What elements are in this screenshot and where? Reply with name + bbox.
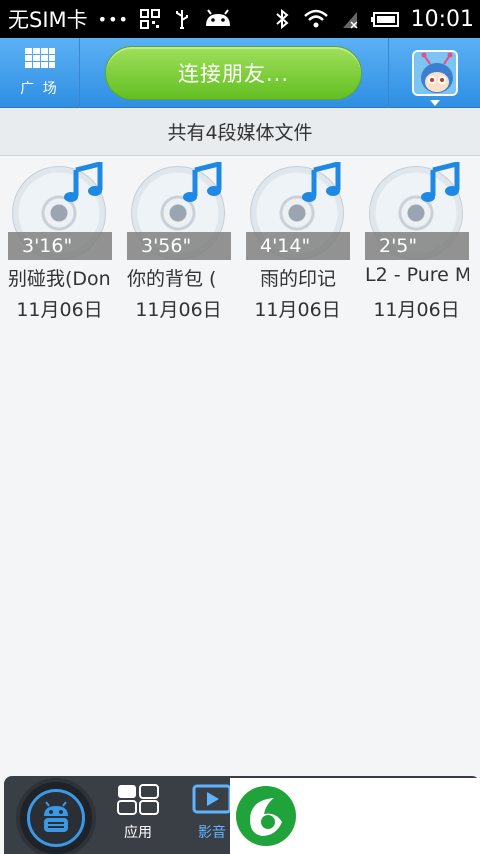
avatar [411, 50, 458, 96]
media-date: 11月06日 [135, 299, 222, 321]
robot-icon [44, 801, 68, 832]
qr-icon [139, 9, 160, 29]
tab-apps-label: 应用 [124, 825, 152, 841]
tab-media-label: 影音 [198, 825, 226, 841]
media-title: L2 - Pure M [365, 264, 469, 286]
robot-assistant-button[interactable] [16, 778, 96, 854]
duration-badge: 4'14" [246, 232, 350, 260]
media-item[interactable]: 3'56" 你的背包 ( 11月06日 [119, 160, 238, 321]
media-count-header: 共有4段媒体文件 [0, 108, 480, 156]
notification-dots: ••• [97, 9, 129, 29]
tab-apps[interactable]: 应用 [110, 784, 166, 848]
apps-icon [117, 784, 159, 815]
clock: 10:01 [410, 6, 474, 32]
music-note-icon [183, 162, 222, 202]
dropdown-caret-icon [430, 100, 440, 106]
plaza-label: 广 场 [20, 81, 59, 97]
duration-badge: 3'16" [8, 232, 112, 260]
ant-character-icon [413, 52, 456, 94]
media-item[interactable]: 4'14" 雨的印记 11月06日 [238, 160, 357, 321]
plaza-button[interactable]: 广 场 [0, 38, 80, 108]
battery-icon [370, 12, 399, 27]
connect-friends-button[interactable]: 连接朋友... [105, 46, 362, 100]
media-date: 11月06日 [373, 299, 460, 321]
wifi-icon [303, 9, 328, 28]
media-date: 11月06日 [254, 299, 341, 321]
media-item[interactable]: 2'5" L2 - Pure M 11月06日 [357, 160, 476, 321]
carrier-text: 无SIM卡 [8, 8, 88, 32]
duration-badge: 2'5" [365, 232, 469, 260]
status-bar: 无SIM卡 ••• 10:01 [0, 0, 480, 38]
top-bar: 广 场 连接朋友... [0, 38, 480, 108]
ad-banner[interactable] [230, 778, 480, 854]
media-grid: 3'16" 别碰我(Don 11月06日 3'56" 你的背包 ( 11月06日 [0, 160, 480, 321]
music-note-icon [421, 162, 460, 202]
screen: 无SIM卡 ••• 10:01 广 场 连接朋友... 共有4段媒体文件 3'1… [0, 0, 480, 854]
media-title: 你的背包 ( [127, 268, 217, 290]
music-note-icon [64, 162, 103, 202]
play-icon [192, 784, 232, 814]
media-item[interactable]: 3'16" 别碰我(Don 11月06日 [0, 160, 119, 321]
android-icon [205, 9, 230, 26]
profile-button[interactable] [388, 38, 480, 108]
usb-icon [175, 10, 188, 29]
bluetooth-icon [275, 8, 289, 30]
music-note-icon [302, 162, 341, 202]
media-title: 雨的印记 [259, 268, 336, 290]
grid-icon [24, 48, 55, 68]
media-date: 11月06日 [16, 299, 103, 321]
duration-badge: 3'56" [127, 232, 231, 260]
media-title: 别碰我(Don [8, 268, 111, 290]
signal-icon [342, 12, 358, 29]
green-leaf-logo-icon [236, 786, 296, 846]
